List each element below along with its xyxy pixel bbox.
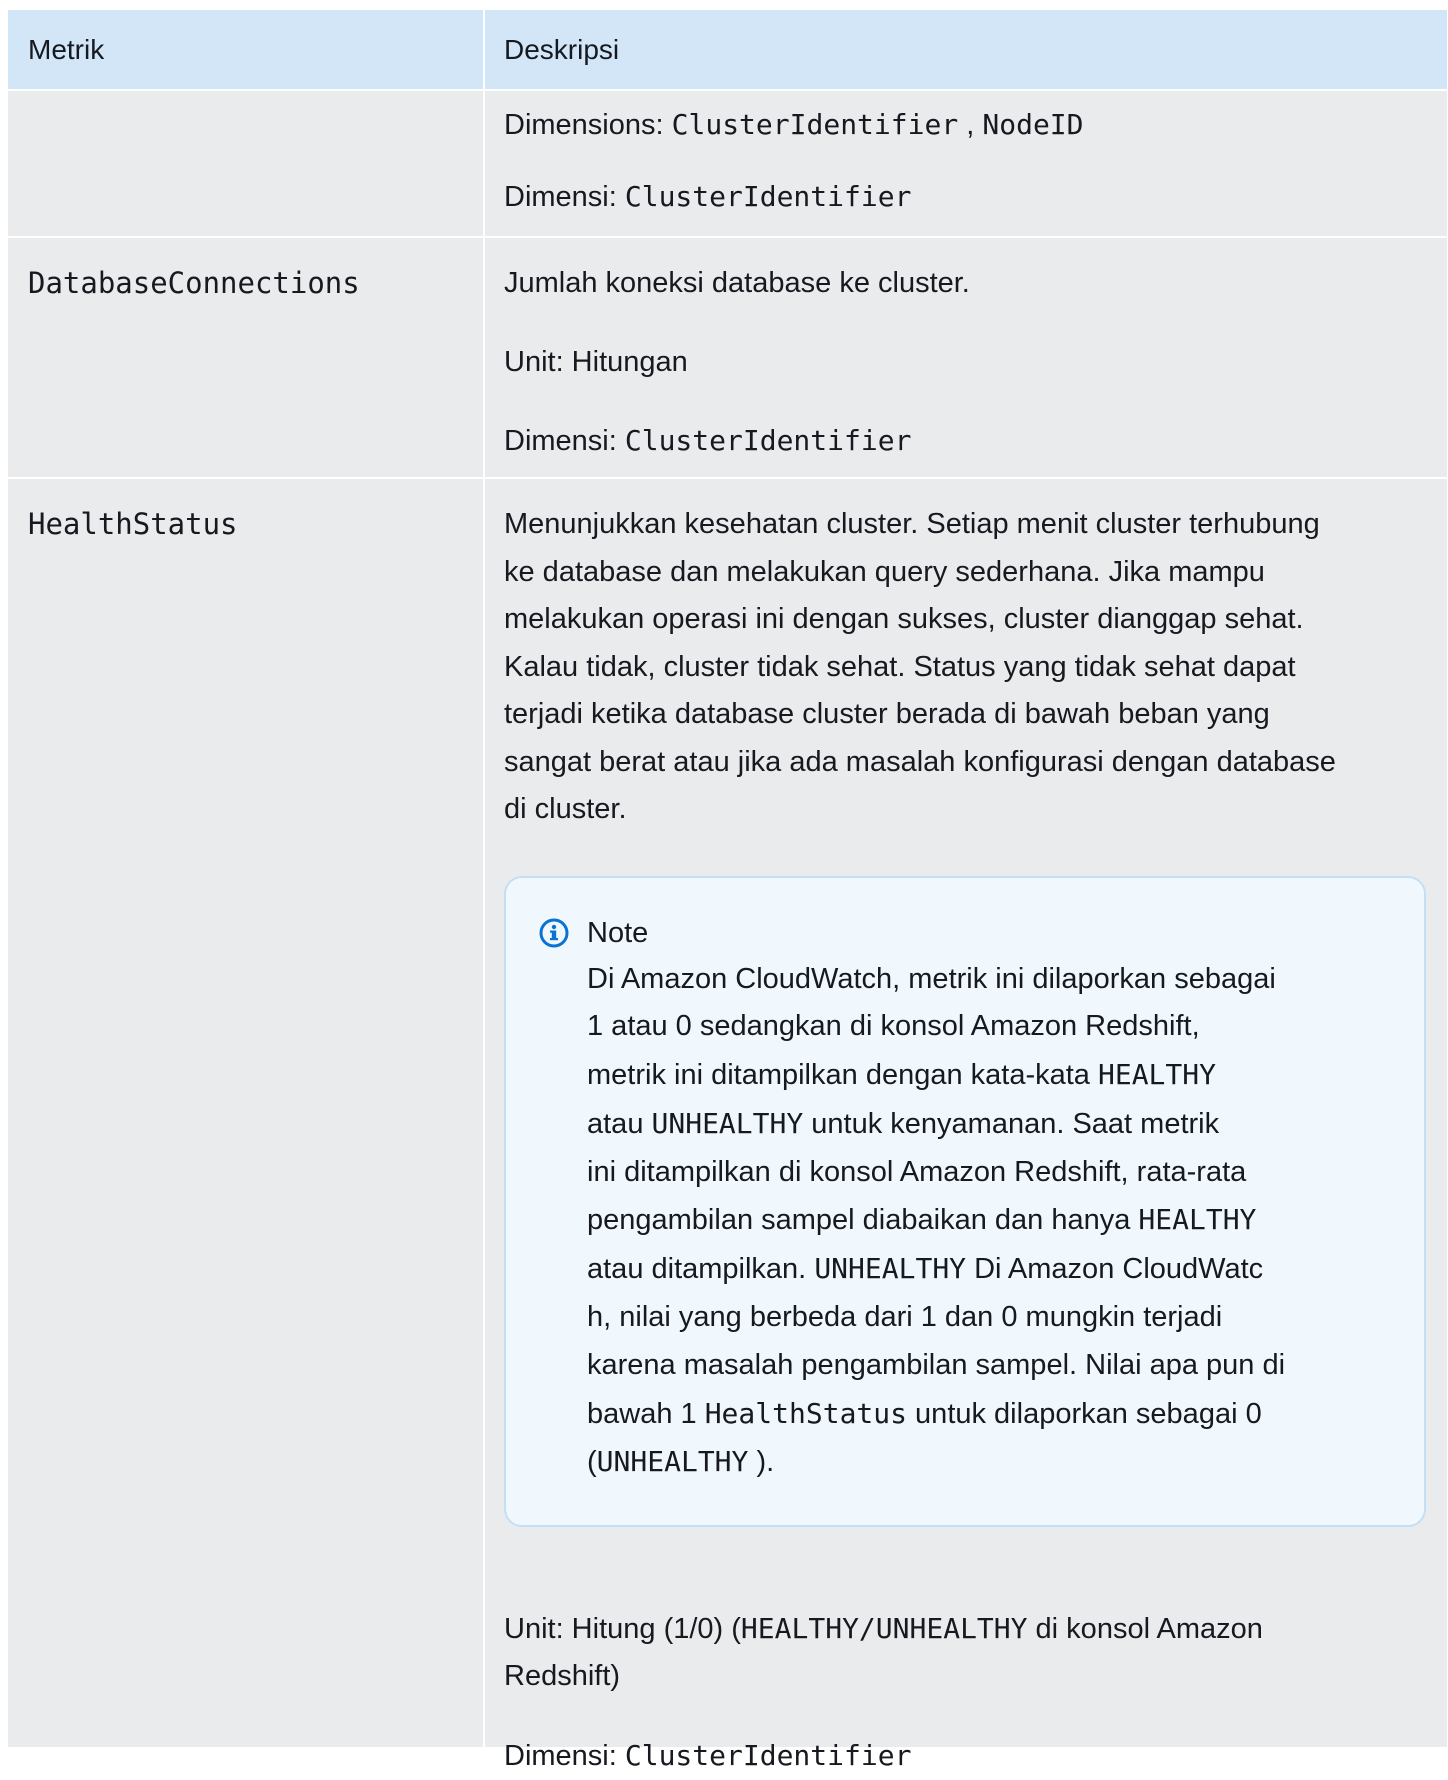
note-body: Di Amazon CloudWatch, metrik ini dilapor… (587, 956, 1297, 1488)
unit-label: Redshift) (504, 1660, 620, 1692)
dimensions-label: Dimensions: (504, 109, 672, 141)
dimension-code: ClusterIdentifier (625, 1739, 912, 1772)
table-header: Metrik Deskripsi (8, 10, 1447, 91)
dimensions-line: Dimensi: ClusterIdentifier (504, 173, 1427, 222)
note-line: untuk dilaporkan sebagai 0 (907, 1398, 1262, 1430)
note-line: Di Amazon CloudWatc (966, 1253, 1263, 1285)
table-row: Dimensions: ClusterIdentifier , NodeID D… (8, 91, 1447, 238)
dimensions-label: Dimensi: (504, 181, 625, 213)
description-line: Kalau tidak, cluster tidak sehat. Status… (504, 651, 1296, 683)
note-code: UNHEALTHY (652, 1107, 804, 1140)
note-line: Di Amazon CloudWatch, metrik ini dilapor… (587, 963, 1276, 995)
description-line: di cluster. (504, 793, 627, 825)
separator: , (958, 109, 982, 141)
description-line: Menunjukkan kesehatan cluster. Setiap me… (504, 508, 1320, 540)
dimension-code: ClusterIdentifier (625, 424, 912, 457)
dimension-code: ClusterIdentifier (625, 180, 912, 213)
unit-text: Unit: Hitung (1/0) (HEALTHY/UNHEALTHY di… (504, 1605, 1427, 1701)
dimensions-line: Dimensi: ClusterIdentifier (504, 1732, 1427, 1780)
dimension-code: ClusterIdentifier (672, 108, 959, 141)
note-line: atau ditampilkan. (587, 1253, 814, 1285)
info-icon (539, 918, 569, 948)
note-callout: Note Di Amazon CloudWatch, metrik ini di… (504, 876, 1426, 1527)
note-code: HEALTHY (1098, 1058, 1216, 1091)
table-row: HealthStatus Menunjukkan kesehatan clust… (8, 479, 1447, 1749)
note-line: metrik ini ditampilkan dengan kata-kata (587, 1059, 1098, 1091)
metric-description: Dimensions: ClusterIdentifier , NodeID D… (485, 91, 1447, 236)
note-code: HEALTHY (1138, 1203, 1256, 1236)
dimensions-label: Dimensi: (504, 1740, 625, 1772)
metric-name (8, 91, 485, 236)
description-line: terjadi ketika database cluster berada d… (504, 698, 1270, 730)
note-line: pengambilan sampel diabaikan dan hanya (587, 1204, 1138, 1236)
note-line: atau (587, 1108, 652, 1140)
unit-text: Unit: Hitungan (504, 339, 1427, 387)
note-line: karena masalah pengambilan sampel. Nilai… (587, 1349, 1285, 1381)
note-line: 1 atau 0 sedangkan di konsol Amazon Reds… (587, 1010, 1200, 1042)
unit-label: di konsol Amazon (1028, 1613, 1263, 1645)
note-title: Note (587, 910, 648, 958)
note-line: bawah 1 (587, 1398, 705, 1430)
metric-name: HealthStatus (8, 479, 485, 1747)
description-line: sangat berat atau jika ada masalah konfi… (504, 746, 1336, 778)
description-line: melakukan operasi ini dengan sukses, clu… (504, 603, 1304, 635)
description-text: Jumlah koneksi database ke cluster. (504, 260, 1427, 308)
unit-label: Unit: Hitung (1/0) ( (504, 1613, 741, 1645)
note-code: UNHEALTHY (597, 1445, 749, 1478)
table-row: DatabaseConnections Jumlah koneksi datab… (8, 238, 1447, 479)
metric-name: DatabaseConnections (8, 238, 485, 477)
dimensions-label: Dimensi: (504, 425, 625, 457)
metrics-table: Metrik Deskripsi Dimensions: ClusterIden… (8, 10, 1447, 1749)
dimension-code: NodeID (982, 108, 1083, 141)
note-code: HealthStatus (705, 1397, 907, 1430)
note-line: h, nilai yang berbeda dari 1 dan 0 mungk… (587, 1301, 1222, 1333)
metric-description: Jumlah koneksi database ke cluster. Unit… (485, 238, 1447, 477)
dimensions-line: Dimensi: ClusterIdentifier (504, 417, 1427, 466)
description-text: Menunjukkan kesehatan cluster. Setiap me… (504, 501, 1427, 834)
unit-code: HEALTHY/UNHEALTHY (741, 1612, 1028, 1645)
note-line: ). (748, 1446, 774, 1478)
metric-description: Menunjukkan kesehatan cluster. Setiap me… (485, 479, 1447, 1747)
note-code: UNHEALTHY (814, 1252, 966, 1285)
column-header-description: Deskripsi (485, 10, 1447, 89)
description-line: ke database dan melakukan query sederhan… (504, 556, 1265, 588)
column-header-metric: Metrik (8, 10, 485, 89)
note-line: ( (587, 1446, 597, 1478)
dimensions-line: Dimensions: ClusterIdentifier , NodeID (504, 101, 1427, 150)
note-line: untuk kenyamanan. Saat metrik (803, 1108, 1219, 1140)
note-line: ini ditampilkan di konsol Amazon Redshif… (587, 1156, 1246, 1188)
